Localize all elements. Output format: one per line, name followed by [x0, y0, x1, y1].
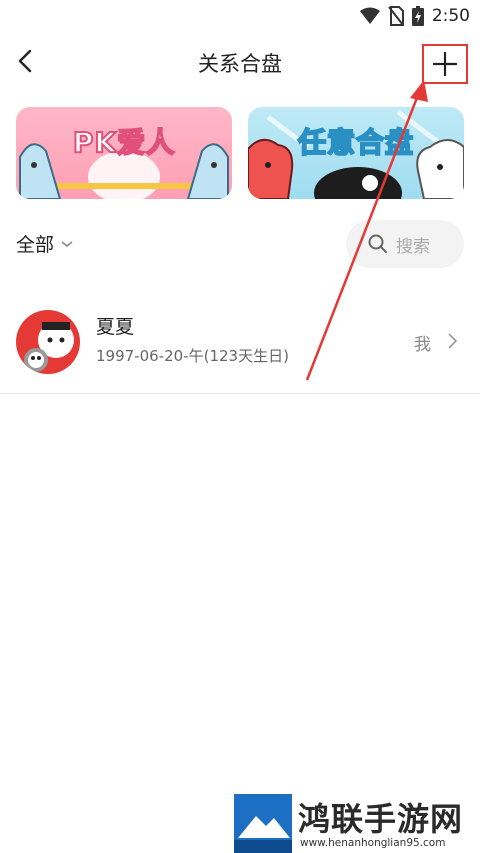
watermark-name: 鸿联手游网 — [298, 800, 464, 838]
plus-icon — [433, 52, 457, 76]
search-placeholder: 搜索 — [396, 236, 430, 257]
avatar — [16, 310, 80, 374]
search-input[interactable]: 搜索 — [346, 220, 464, 268]
watermark-url: www.henanhonglian95.com — [300, 837, 446, 849]
add-button[interactable] — [422, 44, 468, 84]
contact-relation: 我 — [414, 335, 431, 355]
any-match-banner[interactable]: 任意合盘 — [248, 107, 464, 199]
status-time: 2:50 — [431, 6, 470, 26]
battery-charging-icon — [411, 6, 424, 26]
pk-lover-banner[interactable]: PK爱人 — [16, 107, 232, 199]
status-bar: 2:50 — [0, 0, 480, 34]
chevron-right-icon — [448, 333, 458, 349]
watermark-logo-icon — [234, 794, 292, 853]
search-icon — [368, 234, 387, 253]
wifi-icon — [359, 7, 380, 24]
list-item[interactable]: 夏夏 1997-06-20-午(123天生日) 我 — [0, 300, 480, 394]
category-dropdown[interactable]: 全部 — [16, 230, 74, 257]
page-title: 关系合盘 — [198, 52, 282, 76]
header: 关系合盘 — [0, 34, 480, 90]
filter-row: 全部 搜索 — [0, 218, 480, 270]
watermark: 鸿联手游网 www.henanhonglian95.com — [234, 794, 480, 853]
chevron-down-icon — [61, 240, 73, 247]
contact-birth: 1997-06-20-午(123天生日) — [96, 347, 289, 365]
no-sim-icon — [388, 6, 404, 26]
category-dropdown-label: 全部 — [16, 234, 55, 256]
pk-banner-title: PK爱人 — [72, 125, 176, 160]
contact-name: 夏夏 — [96, 316, 135, 338]
any-banner-title: 任意合盘 — [297, 125, 414, 160]
status-icons: 2:50 — [359, 6, 470, 26]
